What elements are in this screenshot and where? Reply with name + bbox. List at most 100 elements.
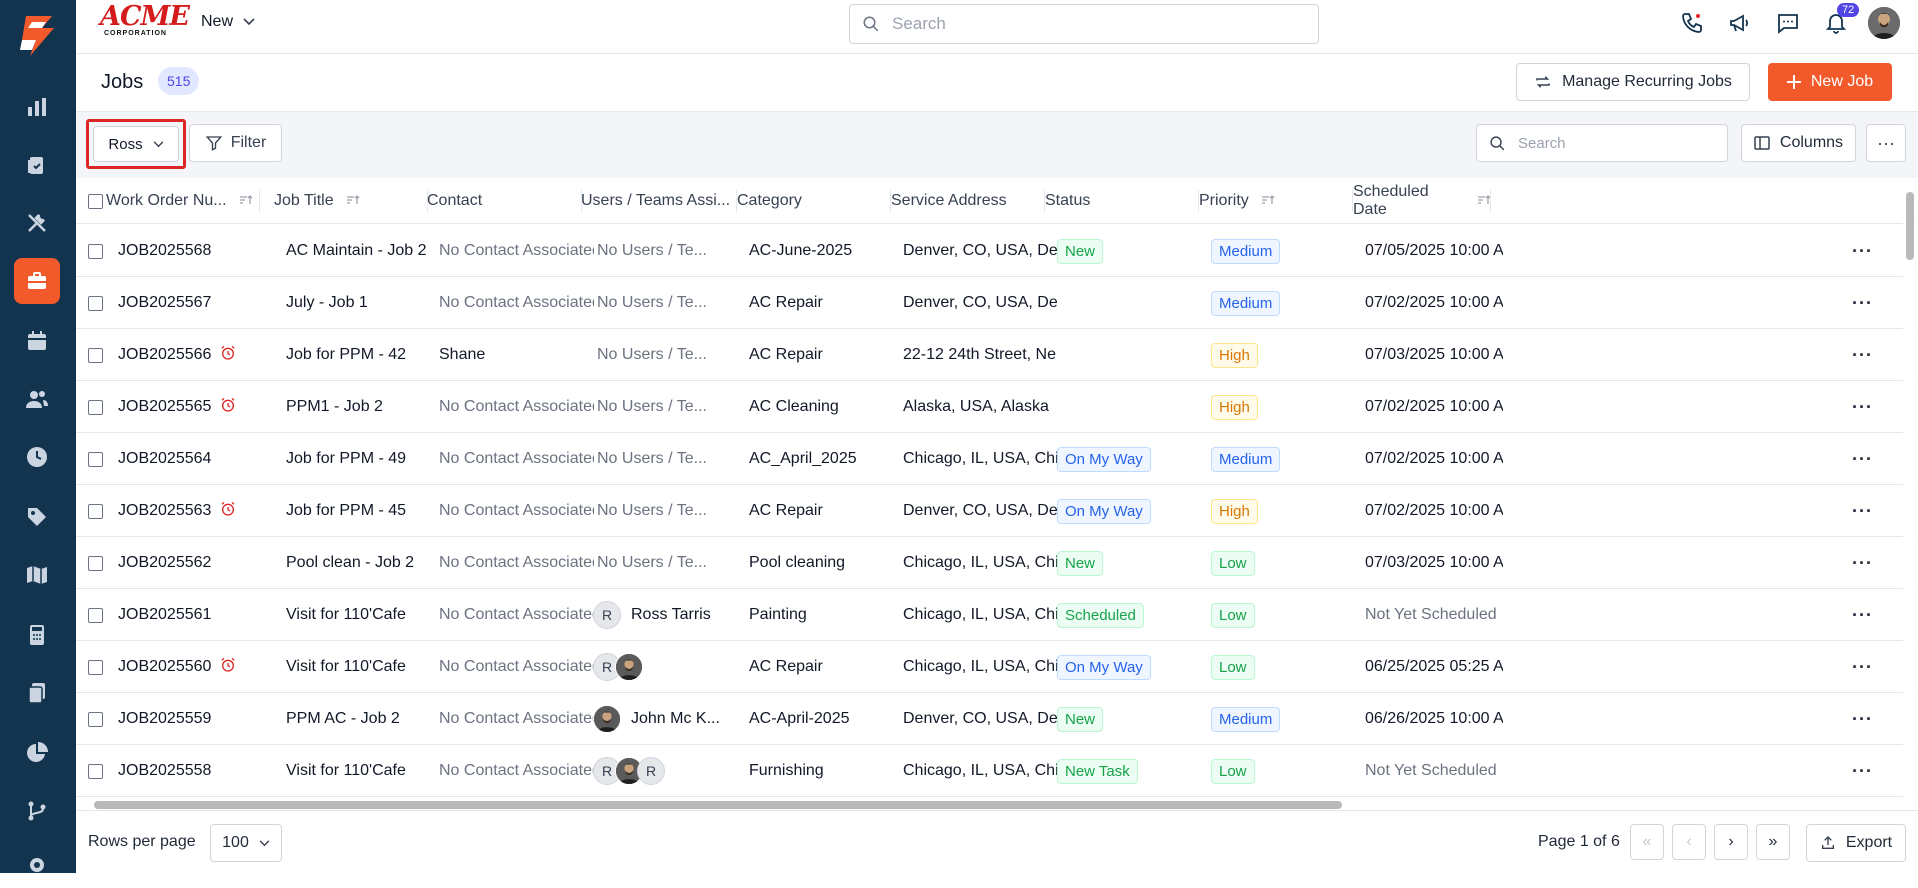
work-order-number[interactable]: JOB2025561 xyxy=(118,606,211,624)
calendar-icon[interactable] xyxy=(14,318,60,364)
column-header-status[interactable]: Status xyxy=(1045,178,1199,224)
column-header-scheduled-date[interactable]: Scheduled Date xyxy=(1353,178,1491,224)
more-options-icon[interactable]: ··· xyxy=(1866,124,1906,162)
prev-page-icon[interactable]: ‹ xyxy=(1672,824,1706,860)
row-more-options-icon[interactable]: ··· xyxy=(1852,449,1873,470)
row-more-options-icon[interactable]: ··· xyxy=(1852,501,1873,522)
work-order-cell[interactable]: JOB2025568 xyxy=(118,225,272,277)
row-more-options-icon[interactable]: ··· xyxy=(1852,709,1873,730)
row-checkbox[interactable] xyxy=(88,659,103,675)
row-checkbox[interactable] xyxy=(88,711,103,727)
manage-recurring-jobs-button[interactable]: Manage Recurring Jobs xyxy=(1516,63,1750,101)
tag-icon[interactable] xyxy=(14,494,60,540)
row-checkbox[interactable] xyxy=(88,243,103,259)
work-order-cell[interactable]: JOB2025562 xyxy=(118,537,272,589)
view-selector-dropdown[interactable]: Ross xyxy=(93,126,179,162)
table-row[interactable]: JOB2025561 Visit for 110'Cafe No Contact A… xyxy=(76,589,1918,641)
job-title-cell[interactable]: Visit for 110'Cafe xyxy=(286,641,440,693)
columns-button[interactable]: Columns xyxy=(1741,124,1856,162)
work-order-number[interactable]: JOB2025567 xyxy=(118,294,211,312)
vertical-scrollbar[interactable] xyxy=(1903,178,1917,798)
row-more-options-icon[interactable]: ··· xyxy=(1852,241,1873,262)
map-icon[interactable] xyxy=(14,552,60,598)
column-separator[interactable] xyxy=(259,190,260,212)
work-order-number[interactable]: JOB2025566 xyxy=(118,346,211,364)
work-order-cell[interactable]: JOB2025564 xyxy=(118,433,272,485)
row-more-options-icon[interactable]: ··· xyxy=(1852,761,1873,782)
last-page-icon[interactable]: » xyxy=(1756,824,1790,860)
job-title-cell[interactable]: Job for PPM - 45 xyxy=(286,485,440,537)
job-title-cell[interactable]: PPM AC - Job 2 xyxy=(286,693,440,745)
reports-icon[interactable] xyxy=(14,84,60,130)
user-avatar[interactable] xyxy=(1868,7,1900,39)
table-row[interactable]: JOB2025565 PPM1 - Job 2 No Contact Associa… xyxy=(76,381,1918,433)
row-checkbox[interactable] xyxy=(88,295,103,311)
global-search-input[interactable]: Search xyxy=(849,4,1319,44)
table-row[interactable]: JOB2025562 Pool clean - Job 2 No Contact A… xyxy=(76,537,1918,589)
table-row[interactable]: JOB2025566 Job for PPM - 42 Shane No Users … xyxy=(76,329,1918,381)
table-row[interactable]: JOB2025568 AC Maintain - Job 2 No Contact … xyxy=(76,225,1918,277)
table-row[interactable]: JOB2025564 Job for PPM - 49 No Contact Ass… xyxy=(76,433,1918,485)
row-more-options-icon[interactable]: ··· xyxy=(1852,345,1873,366)
calculator-icon[interactable] xyxy=(14,612,60,658)
horizontal-scrollbar[interactable] xyxy=(76,798,1918,810)
job-title-cell[interactable]: Job for PPM - 42 xyxy=(286,329,440,381)
work-order-number[interactable]: JOB2025558 xyxy=(118,762,211,780)
work-order-cell[interactable]: JOB2025566 xyxy=(118,329,272,381)
row-checkbox[interactable] xyxy=(88,555,103,571)
jobs-briefcase-icon[interactable] xyxy=(14,258,60,304)
column-header-contact[interactable]: Contact xyxy=(427,178,582,224)
vertical-scrollbar-thumb[interactable] xyxy=(1906,192,1914,260)
pie-chart-icon[interactable] xyxy=(14,730,60,776)
select-all-checkbox[interactable] xyxy=(88,193,103,209)
column-header-category[interactable]: Category xyxy=(737,178,891,224)
workflow-icon[interactable] xyxy=(14,788,60,834)
work-order-cell[interactable]: JOB2025561 xyxy=(118,589,272,641)
work-order-cell[interactable]: JOB2025565 xyxy=(118,381,272,433)
row-more-options-icon[interactable]: ··· xyxy=(1852,553,1873,574)
job-title-cell[interactable]: Visit for 110'Cafe xyxy=(286,589,440,641)
sort-icon[interactable] xyxy=(1261,194,1275,209)
work-order-cell[interactable]: JOB2025563 xyxy=(118,485,272,537)
work-order-number[interactable]: JOB2025559 xyxy=(118,710,211,728)
filter-button[interactable]: Filter xyxy=(189,124,282,162)
row-checkbox[interactable] xyxy=(88,763,103,779)
work-order-cell[interactable]: JOB2025560 xyxy=(118,641,272,693)
job-title-cell[interactable]: Job for PPM - 49 xyxy=(286,433,440,485)
work-order-number[interactable]: JOB2025563 xyxy=(118,502,211,520)
new-menu-dropdown[interactable]: New xyxy=(201,13,255,31)
phone-icon[interactable] xyxy=(1668,0,1716,46)
job-title-cell[interactable]: PPM1 - Job 2 xyxy=(286,381,440,433)
column-header-service-address[interactable]: Service Address xyxy=(891,178,1045,224)
job-title-cell[interactable]: July - Job 1 xyxy=(286,277,440,329)
sort-icon[interactable] xyxy=(239,194,253,209)
row-more-options-icon[interactable]: ··· xyxy=(1852,605,1873,626)
row-more-options-icon[interactable]: ··· xyxy=(1852,657,1873,678)
new-job-button[interactable]: New Job xyxy=(1768,63,1892,101)
work-order-number[interactable]: JOB2025562 xyxy=(118,554,211,572)
settings-icon[interactable] xyxy=(14,842,60,888)
quotes-icon[interactable] xyxy=(14,142,60,188)
next-page-icon[interactable]: › xyxy=(1714,824,1748,860)
job-title-cell[interactable]: Pool clean - Job 2 xyxy=(286,537,440,589)
row-more-options-icon[interactable]: ··· xyxy=(1852,397,1873,418)
work-order-number[interactable]: JOB2025560 xyxy=(118,658,211,676)
clock-icon[interactable] xyxy=(14,434,60,480)
documents-icon[interactable] xyxy=(14,670,60,716)
work-order-cell[interactable]: JOB2025559 xyxy=(118,693,272,745)
column-header-work-order[interactable]: Work Order Nu... xyxy=(106,178,260,224)
row-checkbox[interactable] xyxy=(88,347,103,363)
table-search-input[interactable]: Search xyxy=(1476,124,1728,162)
table-row[interactable]: JOB2025559 PPM AC - Job 2 No Contact Assoc… xyxy=(76,693,1918,745)
column-header-job-title[interactable]: Job Title xyxy=(274,178,428,224)
chat-icon[interactable] xyxy=(1764,0,1812,46)
sort-icon[interactable] xyxy=(346,194,360,209)
row-checkbox[interactable] xyxy=(88,399,103,415)
row-checkbox[interactable] xyxy=(88,607,103,623)
job-title-cell[interactable]: Visit for 110'Cafe xyxy=(286,745,440,797)
column-header-priority[interactable]: Priority xyxy=(1199,178,1353,224)
horizontal-scrollbar-thumb[interactable] xyxy=(94,801,1342,809)
work-order-number[interactable]: JOB2025564 xyxy=(118,450,211,468)
work-order-number[interactable]: JOB2025568 xyxy=(118,242,211,260)
row-more-options-icon[interactable]: ··· xyxy=(1852,293,1873,314)
